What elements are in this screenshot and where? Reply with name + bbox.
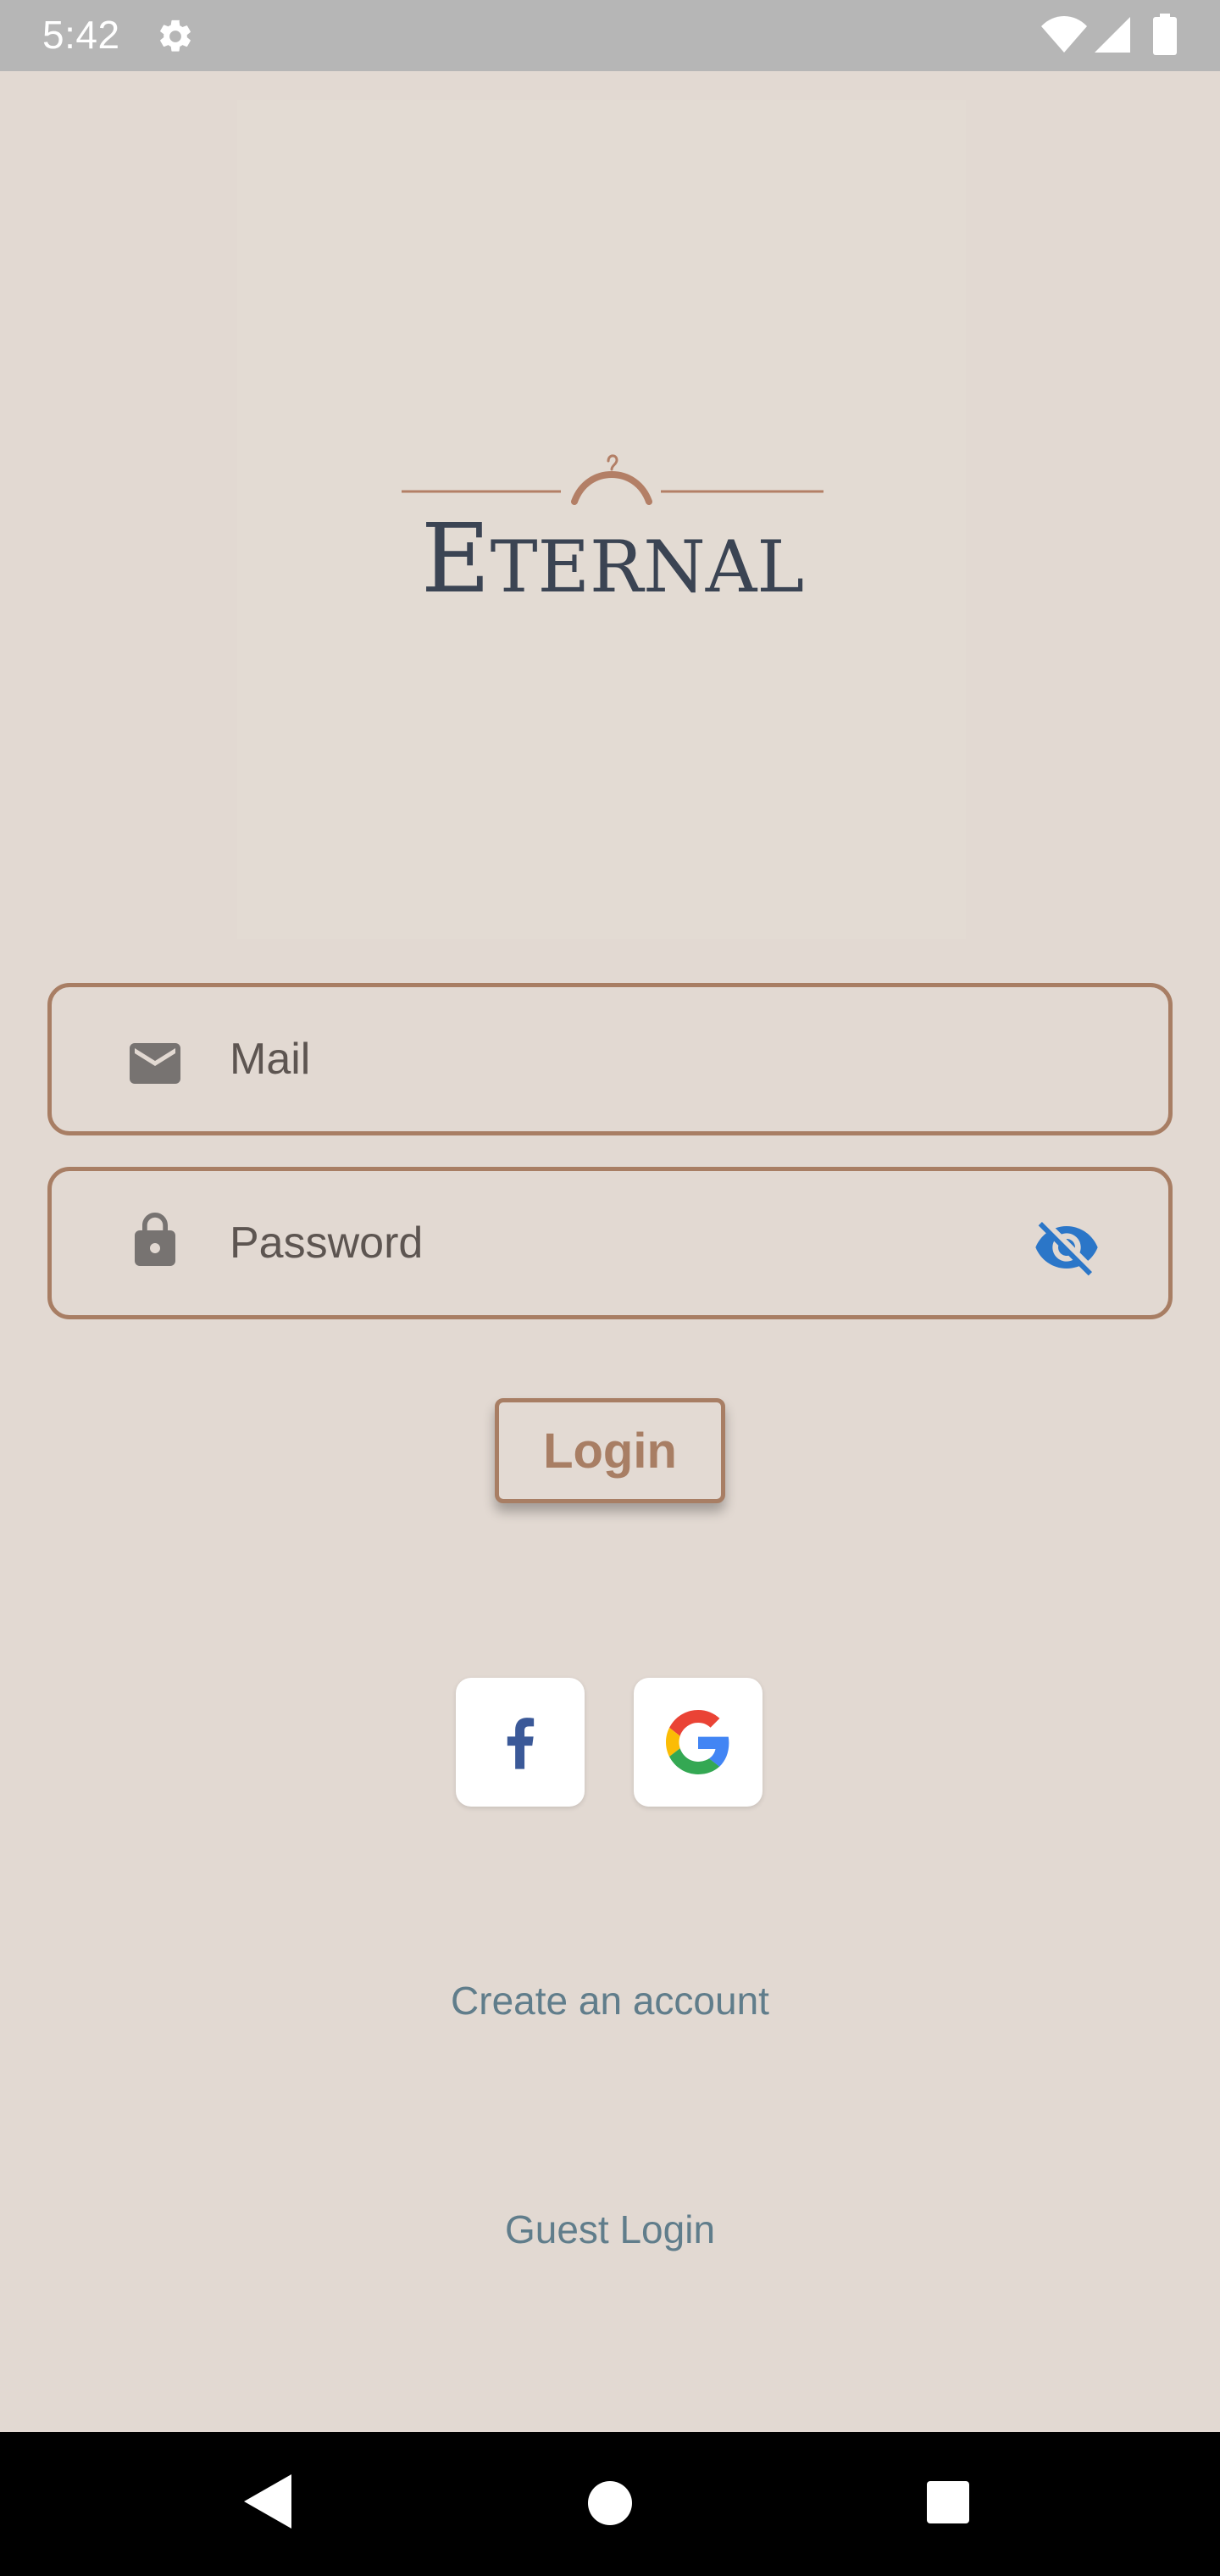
navigation-bar [0, 2432, 1220, 2576]
mail-field[interactable] [47, 983, 1173, 1135]
logo-wordmark: ETERNAL [421, 504, 804, 610]
create-account-link[interactable]: Create an account [0, 1978, 1220, 2024]
mail-input[interactable] [230, 1030, 992, 1089]
recents-icon[interactable] [925, 2479, 971, 2525]
password-field[interactable] [47, 1167, 1173, 1319]
home-icon[interactable] [586, 2479, 634, 2527]
eternal-logo: ETERNAL [402, 454, 824, 610]
battery-icon [1153, 14, 1177, 55]
lock-icon [135, 1213, 175, 1266]
facebook-login-button[interactable] [456, 1678, 585, 1807]
google-icon [666, 1710, 729, 1774]
visibility-off-icon[interactable] [1031, 1213, 1102, 1281]
wifi-icon [1041, 16, 1087, 53]
status-bar: 5:42 [0, 0, 1220, 71]
google-login-button[interactable] [634, 1678, 762, 1807]
back-icon[interactable] [241, 2471, 295, 2532]
gear-icon [160, 19, 191, 52]
guest-login-link[interactable]: Guest Login [0, 2207, 1220, 2252]
status-time: 5:42 [42, 13, 120, 57]
facebook-icon [507, 1718, 535, 1769]
signal-icon [1095, 17, 1130, 53]
mail-icon [130, 1043, 180, 1084]
login-button[interactable]: Login [495, 1398, 725, 1503]
password-input[interactable] [230, 1213, 992, 1273]
